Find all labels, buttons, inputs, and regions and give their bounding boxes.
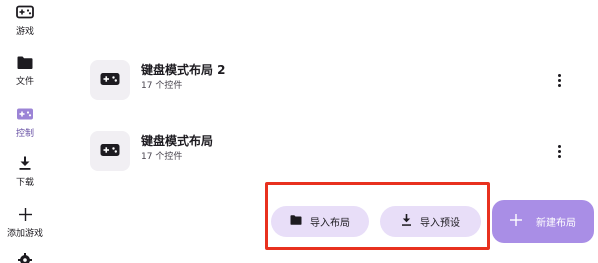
- gamepad-icon: [16, 106, 34, 122]
- layout-title: 键盘模式布局: [141, 134, 214, 148]
- gamepad-icon: [100, 71, 120, 90]
- layout-title: 键盘模式布局 2: [141, 63, 226, 77]
- import-preset-button[interactable]: 导入预设: [380, 206, 481, 237]
- new-layout-button[interactable]: 新建布局: [492, 200, 594, 243]
- layout-thumbnail: [90, 131, 130, 171]
- download-icon: [18, 155, 32, 171]
- settings-icon: [18, 252, 32, 263]
- more-options-icon[interactable]: [552, 68, 566, 92]
- layout-control-count: 17 个控件: [141, 81, 183, 91]
- nav-label-games: 游戏: [15, 27, 34, 37]
- nav-item-settings[interactable]: [0, 252, 50, 263]
- nav-label-add-game: 添加游戏: [6, 229, 43, 239]
- layout-thumbnail: [90, 60, 130, 100]
- nav-item-files[interactable]: 文件: [0, 54, 50, 88]
- import-layout-label: 导入布局: [310, 218, 350, 229]
- import-preset-label: 导入预设: [420, 218, 460, 229]
- gamepad-icon: [100, 142, 120, 161]
- more-options-icon[interactable]: [552, 139, 566, 163]
- download-icon: [401, 214, 412, 229]
- layout-control-count: 17 个控件: [141, 152, 183, 162]
- plus-icon: [18, 206, 32, 222]
- layout-row[interactable]: 键盘模式布局 2 17 个控件: [90, 60, 580, 100]
- nav-item-add-game[interactable]: 添加游戏: [0, 206, 50, 240]
- nav-label-downloads: 下载: [15, 178, 34, 188]
- nav-item-downloads[interactable]: 下载: [0, 155, 50, 189]
- nav-item-games[interactable]: 游戏: [0, 4, 50, 38]
- import-layout-button[interactable]: 导入布局: [271, 206, 369, 237]
- folder-icon: [17, 54, 33, 70]
- nav-label-controls: 控制: [15, 129, 34, 139]
- new-layout-label: 新建布局: [536, 218, 576, 229]
- nav-label-files: 文件: [15, 77, 34, 87]
- layout-row[interactable]: 键盘模式布局 17 个控件: [90, 131, 580, 171]
- gamepad-icon: [16, 4, 34, 20]
- plus-icon: [510, 214, 522, 229]
- folder-icon: [290, 215, 302, 228]
- nav-item-controls[interactable]: 控制: [0, 106, 50, 140]
